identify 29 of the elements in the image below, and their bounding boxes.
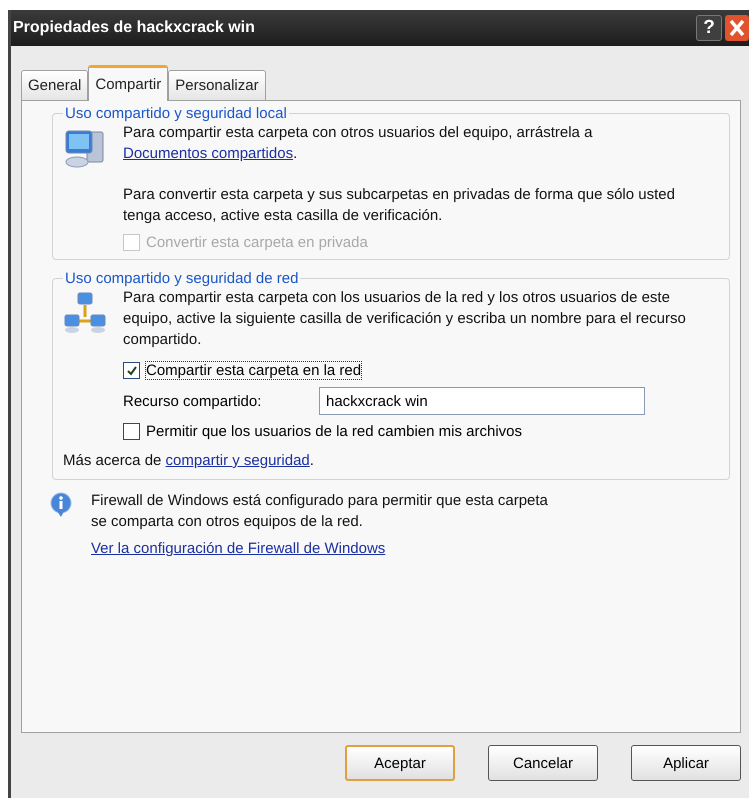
check-icon [126, 364, 138, 376]
checkbox-label: Permitir que los usuarios de la red cambien mis archivos [146, 423, 522, 440]
sharing-security-link[interactable]: compartir y seguridad [166, 452, 310, 469]
checkbox-label: Convertir esta carpeta en privada [146, 234, 368, 251]
dialog-button[interactable]: Cancelar [488, 745, 598, 781]
firewall-settings-link[interactable]: Ver la configuración de Firewall de Windows [91, 540, 386, 557]
private-description: Para convertir esta carpeta y sus subcarpetas en privadas de forma que sólo usted tenga acceso, active esta casilla de verificación. [123, 185, 676, 226]
group-title: Uso compartido y seguridad local [64, 105, 288, 122]
network-share-description: Para compartir esta carpeta con los usuarios de la red y los otros usuarios de este equipo, active la siguiente casilla de verificación y escriba un nombre para el recurso compartido. [123, 288, 687, 350]
firewall-message: Firewall de Windows está configurado para permitir que esta carpeta se comparta con otros equipos de la red. [91, 491, 549, 532]
info-icon [49, 492, 73, 518]
window-title: Propiedades de hackxcrack win [13, 19, 256, 37]
dialog-button[interactable]: Aceptar [345, 745, 455, 781]
checkbox-label: Compartir esta carpeta en la red [146, 362, 362, 379]
local-share-description: Para compartir esta carpeta con otros usuarios del equipo, arrástrela a Documentos compartidos. [123, 123, 594, 164]
share-name-field[interactable]: hackxcrack win [319, 387, 645, 415]
tab[interactable]: Personalizar [168, 70, 266, 100]
shared-documents-link[interactable]: Documentos compartidos [123, 145, 294, 162]
tab[interactable]: Compartir [88, 65, 168, 101]
network-icon [63, 291, 107, 335]
share-name-label: Recurso compartido: [123, 392, 262, 410]
checkbox[interactable] [123, 362, 140, 379]
group-title: Uso compartido y seguridad de red [64, 270, 300, 287]
close-icon[interactable] [725, 15, 749, 41]
dialog-button[interactable]: Aplicar [631, 745, 741, 781]
tab[interactable]: General [21, 70, 88, 100]
checkbox[interactable] [123, 423, 140, 440]
more-info-text: Más acerca de compartir y seguridad. [63, 451, 315, 471]
help-button[interactable]: ? [696, 15, 722, 41]
